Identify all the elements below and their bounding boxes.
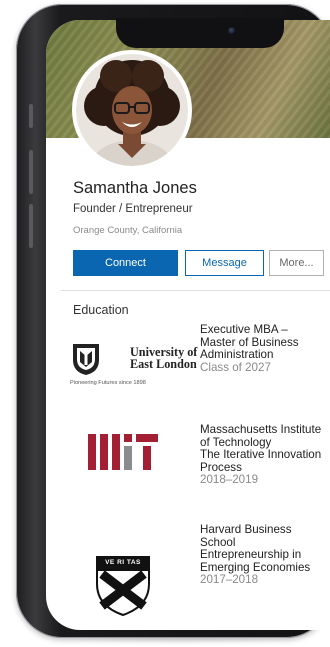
education-program: The Iterative Innovation Process <box>200 448 322 474</box>
mit-logo[interactable] <box>88 434 158 470</box>
section-divider <box>61 290 330 291</box>
education-degree: Executive MBA – Master of Business Admin… <box>200 323 299 362</box>
education-program: Entrepreneurship in Emerging Economies <box>200 548 311 574</box>
more-button[interactable]: More... <box>269 250 324 276</box>
uel-crest-icon <box>73 344 99 375</box>
profile-title: Founder / Entrepreneur <box>73 203 193 215</box>
education-dates: 2018–2019 <box>200 473 259 487</box>
phone-volume-down-button <box>29 204 33 248</box>
education-dates: 2017–2018 <box>200 573 259 587</box>
phone-mute-button <box>29 104 33 128</box>
uel-logo-line2: East London <box>130 357 197 372</box>
harvard-business-school-shield-logo[interactable]: VE RI TAS <box>96 556 150 617</box>
phone-volume-up-button <box>29 150 33 194</box>
phone-notch <box>116 18 284 48</box>
profile-location: Orange County, California <box>73 225 183 236</box>
front-camera-icon <box>228 27 236 35</box>
phone-frame: Samantha Jones Founder / Entrepreneur Or… <box>16 4 330 638</box>
harvard-shield-motto: VE RI TAS <box>105 559 141 566</box>
education-school: Harvard Business School <box>200 523 292 549</box>
mit-logo-mark <box>88 434 158 470</box>
uel-logo-tagline: Pioneering Futures since 1898 <box>70 380 146 386</box>
education-dates: Class of 2027 <box>200 360 271 374</box>
profile-screen: Samantha Jones Founder / Entrepreneur Or… <box>46 20 330 630</box>
profile-name: Samantha Jones <box>73 179 197 197</box>
connect-button[interactable]: Connect <box>73 250 178 276</box>
education-item-harvard[interactable]: Harvard Business School Entrepreneurship… <box>200 523 325 587</box>
education-item-uel[interactable]: Executive MBA – Master of Business Admin… <box>200 323 325 374</box>
avatar[interactable] <box>76 54 188 166</box>
education-item-mit[interactable]: Massachusetts Institute of Technology Th… <box>200 423 325 487</box>
university-of-east-london-logo[interactable]: University of East London Pioneering Fut… <box>70 342 210 388</box>
message-button[interactable]: Message <box>185 250 264 276</box>
education-school: Massachusetts Institute of Technology <box>200 423 322 449</box>
education-heading: Education <box>73 303 129 317</box>
uel-logo-wordmark: University of East London <box>130 346 197 371</box>
avatar-portrait-image <box>76 54 188 166</box>
